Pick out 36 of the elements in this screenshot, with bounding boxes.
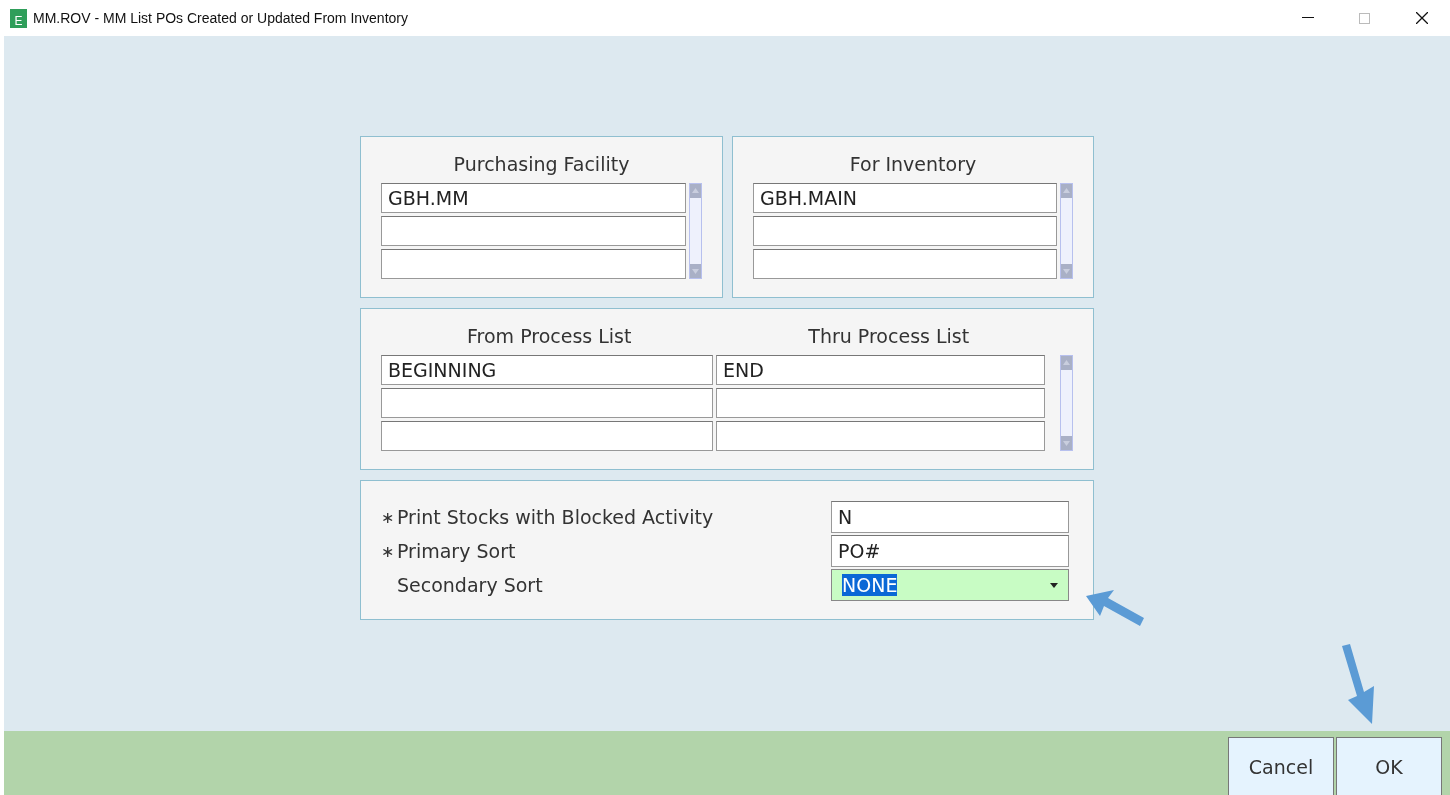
maximize-icon	[1359, 12, 1370, 24]
input-field[interactable]	[753, 249, 1057, 279]
input-field[interactable]	[381, 216, 686, 246]
input-field[interactable]	[716, 421, 1045, 451]
scrollbar[interactable]	[1060, 183, 1073, 279]
input-field[interactable]	[716, 388, 1045, 418]
input-field[interactable]	[381, 388, 713, 418]
field-label: Print Stocks with Blocked Activity	[397, 506, 714, 528]
input-field[interactable]	[753, 216, 1057, 246]
scrollbar[interactable]	[689, 183, 702, 279]
input-field[interactable]: GBH.MM	[381, 183, 686, 213]
input-field[interactable]: GBH.MAIN	[753, 183, 1057, 213]
input-field[interactable]	[381, 421, 713, 451]
input-field[interactable]	[381, 249, 686, 279]
caret-icon	[1050, 582, 1058, 588]
required-mark: ∗	[381, 507, 396, 527]
column-title: From Process List	[466, 325, 633, 347]
input-field[interactable]: PO#	[831, 535, 1069, 567]
panel-title: Purchasing Facility	[452, 153, 631, 175]
input-field[interactable]: END	[716, 355, 1045, 385]
field-label: Primary Sort	[397, 540, 516, 562]
pointer-arrow-icon	[1084, 588, 1146, 628]
close-icon	[1415, 12, 1428, 24]
ok-button[interactable]: OK	[1336, 737, 1442, 795]
minimize-icon	[1301, 17, 1314, 19]
cancel-button[interactable]: Cancel	[1228, 737, 1334, 795]
dropdown[interactable]: NONE	[831, 569, 1069, 601]
app-icon: E	[10, 8, 27, 28]
scrollbar[interactable]	[1060, 355, 1073, 451]
window-title: MM.ROV - MM List POs Created or Updated From Inventory	[33, 10, 409, 26]
panel-title: For Inventory	[848, 153, 978, 175]
input-field[interactable]: N	[831, 501, 1069, 533]
input-field[interactable]: BEGINNING	[381, 355, 713, 385]
column-title: Thru Process List	[807, 325, 971, 347]
field-label: Secondary Sort	[397, 574, 543, 596]
required-mark: ∗	[381, 541, 396, 561]
